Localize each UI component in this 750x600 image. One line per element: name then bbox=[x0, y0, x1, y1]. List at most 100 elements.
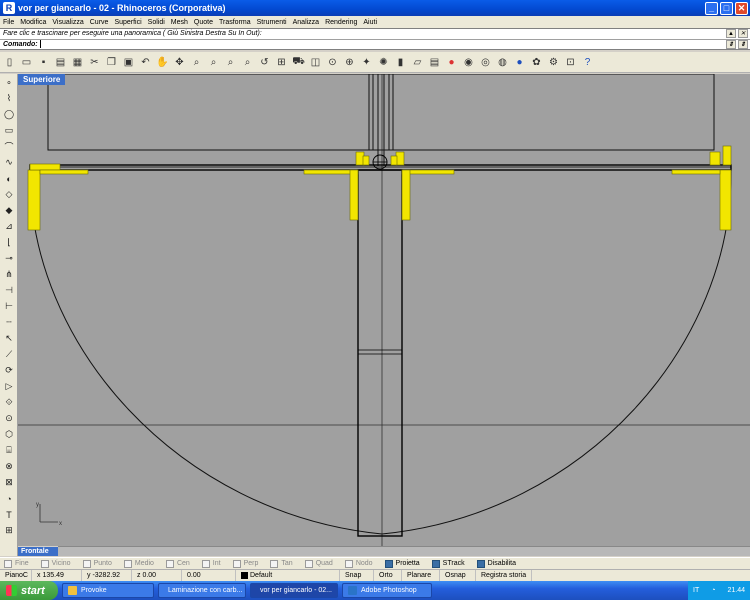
camera-icon[interactable]: ◫ bbox=[308, 55, 323, 70]
solid-box-icon[interactable]: ⬡ bbox=[1, 427, 17, 442]
osnap-disabilita[interactable]: Disabilita bbox=[476, 559, 516, 568]
cut-icon[interactable]: ✂ bbox=[87, 55, 102, 70]
status-orto[interactable]: Orto bbox=[374, 570, 402, 581]
osnap-vicino[interactable]: Vicino bbox=[40, 559, 71, 568]
osnap-medio[interactable]: Medio bbox=[123, 559, 154, 568]
checkbox[interactable] bbox=[344, 559, 353, 568]
task-rhino[interactable]: vor per giancarlo - 02... bbox=[250, 583, 338, 598]
light-bulb-icon[interactable]: ✺ bbox=[376, 55, 391, 70]
osnap-perp[interactable]: Perp bbox=[232, 559, 258, 568]
fillet-icon[interactable]: ⌊ bbox=[1, 235, 17, 250]
transform-icon[interactable]: ⟋ bbox=[1, 347, 17, 362]
osnap-fine[interactable]: Fine bbox=[4, 559, 29, 568]
shaded-icon[interactable]: ◉ bbox=[461, 55, 476, 70]
analyze-icon[interactable]: ◔ bbox=[1, 491, 17, 506]
rotate-icon[interactable]: ⟳ bbox=[1, 363, 17, 378]
cage-icon[interactable]: ⊠ bbox=[1, 475, 17, 490]
menu-mesh[interactable]: Mesh bbox=[171, 19, 188, 26]
properties-icon[interactable]: ▦ bbox=[70, 55, 85, 70]
menu-quote[interactable]: Quote bbox=[194, 19, 213, 26]
menu-curve[interactable]: Curve bbox=[90, 19, 109, 26]
undo-icon[interactable]: ↶ bbox=[138, 55, 153, 70]
close-button[interactable]: ✕ bbox=[735, 1, 748, 15]
trim-icon[interactable]: ⊢ bbox=[1, 299, 17, 314]
zoom-selected-icon[interactable]: ⌕ bbox=[240, 55, 255, 70]
task-provoke[interactable]: Provoke bbox=[62, 583, 154, 598]
osnap-punto[interactable]: Punto bbox=[82, 559, 112, 568]
point-icon[interactable]: ∘ bbox=[1, 75, 17, 90]
new-file-icon[interactable]: ▯ bbox=[2, 55, 17, 70]
select-icon[interactable]: ✦ bbox=[359, 55, 374, 70]
zoom-extents-icon[interactable]: ⌕ bbox=[223, 55, 238, 70]
checkbox[interactable] bbox=[476, 559, 485, 568]
status-snap[interactable]: Snap bbox=[340, 570, 374, 581]
checkbox[interactable] bbox=[165, 559, 174, 568]
viewport-tab-frontale[interactable]: Frontale bbox=[18, 547, 58, 556]
menu-aiuti[interactable]: Aiuti bbox=[363, 19, 377, 26]
scale-icon[interactable]: ▷ bbox=[1, 379, 17, 394]
explode-icon[interactable]: ⋔ bbox=[1, 267, 17, 282]
checkbox[interactable] bbox=[304, 559, 313, 568]
rendered-sphere-icon[interactable]: ◍ bbox=[495, 55, 510, 70]
array-icon[interactable]: ⊙ bbox=[1, 411, 17, 426]
maximize-button[interactable]: □ bbox=[720, 1, 733, 15]
status-planare[interactable]: Planare bbox=[402, 570, 440, 581]
drawing-canvas[interactable]: y x bbox=[18, 74, 750, 546]
scroll-up-icon[interactable]: ▲ bbox=[726, 29, 736, 38]
menu-visualizza[interactable]: Visualizza bbox=[52, 19, 83, 26]
box-icon[interactable]: ◇ bbox=[1, 187, 17, 202]
checkbox[interactable] bbox=[270, 559, 279, 568]
cylinder-icon[interactable]: ⌸ bbox=[1, 443, 17, 458]
car-icon[interactable]: ⛟ bbox=[291, 55, 306, 70]
arc-icon[interactable]: ⌒ bbox=[1, 139, 17, 154]
osnap-strack[interactable]: STrack bbox=[431, 559, 465, 568]
spin-up-down-icon[interactable]: ⇕ bbox=[726, 40, 736, 49]
snapshot-icon[interactable]: ⊡ bbox=[563, 55, 578, 70]
copy-icon[interactable]: ❐ bbox=[104, 55, 119, 70]
tools-icon[interactable]: ✿ bbox=[529, 55, 544, 70]
cplane-icon[interactable]: ⊕ bbox=[342, 55, 357, 70]
tray-icon[interactable]: ◔ bbox=[711, 587, 715, 594]
start-button[interactable]: start bbox=[0, 581, 58, 600]
grid-viewports-icon[interactable]: ⊞ bbox=[274, 55, 289, 70]
language-indicator[interactable]: IT bbox=[693, 587, 699, 594]
rhino-app-icon[interactable]: R bbox=[3, 2, 15, 14]
circle-icon[interactable]: ◯ bbox=[1, 107, 17, 122]
options-icon[interactable]: ⚙ bbox=[546, 55, 561, 70]
zoom-window-icon[interactable]: ⌕ bbox=[206, 55, 221, 70]
color-wheel-icon[interactable]: ● bbox=[444, 55, 459, 70]
boolean-icon[interactable]: ⊗ bbox=[1, 459, 17, 474]
menu-analizza[interactable]: Analizza bbox=[293, 19, 319, 26]
menu-strumenti[interactable]: Strumenti bbox=[257, 19, 287, 26]
wireframe-icon[interactable]: ◎ bbox=[478, 55, 493, 70]
save-icon[interactable]: ▪ bbox=[36, 55, 51, 70]
spin-step-icon[interactable]: ⇕ bbox=[738, 40, 748, 49]
checkbox[interactable] bbox=[201, 559, 210, 568]
osnap-int[interactable]: Int bbox=[201, 559, 221, 568]
status-layer[interactable]: Default bbox=[236, 570, 340, 581]
menu-superfici[interactable]: Superfici bbox=[114, 19, 141, 26]
front-viewport-strip[interactable] bbox=[58, 546, 750, 556]
extrude-icon[interactable]: ◆ bbox=[1, 203, 17, 218]
dimension-icon[interactable]: ⊞ bbox=[1, 523, 17, 538]
curve-icon[interactable]: ∿ bbox=[1, 155, 17, 170]
surface-icon[interactable]: ◐ bbox=[1, 171, 17, 186]
rectangle-icon[interactable]: ▭ bbox=[1, 123, 17, 138]
polyline-icon[interactable]: ⌇ bbox=[1, 91, 17, 106]
menu-rendering[interactable]: Rendering bbox=[325, 19, 357, 26]
task-laminazione[interactable]: Laminazione con carb... bbox=[158, 583, 246, 598]
zoom-icon[interactable]: ⌕ bbox=[189, 55, 204, 70]
status-history[interactable]: Registra storia bbox=[476, 570, 533, 581]
osnap-cen[interactable]: Cen bbox=[165, 559, 190, 568]
open-file-icon[interactable]: ▭ bbox=[19, 55, 34, 70]
osnap-nodo[interactable]: Nodo bbox=[344, 559, 373, 568]
status-osnap[interactable]: Osnap bbox=[440, 570, 476, 581]
menu-trasforma[interactable]: Trasforma bbox=[219, 19, 251, 26]
osnap-tan[interactable]: Tan bbox=[270, 559, 293, 568]
viewport-tab-superiore[interactable]: Superiore bbox=[18, 74, 66, 85]
mirror-icon[interactable]: ⟐ bbox=[1, 395, 17, 410]
task-photoshop[interactable]: Adobe Photoshop bbox=[342, 583, 432, 598]
checkbox[interactable] bbox=[384, 559, 393, 568]
menu-file[interactable]: File bbox=[3, 19, 14, 26]
mesh-icon[interactable]: ⊿ bbox=[1, 219, 17, 234]
